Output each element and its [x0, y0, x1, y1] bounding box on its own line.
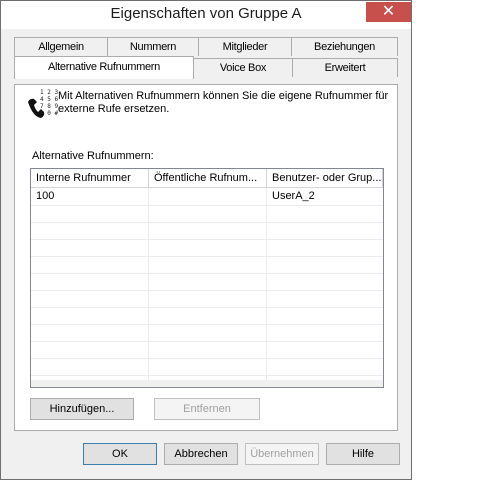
- svg-text:1 2 3: 1 2 3: [40, 89, 58, 96]
- tab-voice-box[interactable]: Voice Box: [193, 58, 293, 77]
- cell-user-or-group: UserA_2: [272, 190, 315, 202]
- row-divider: [31, 375, 383, 376]
- tab-nummern[interactable]: Nummern: [107, 37, 199, 56]
- add-button[interactable]: Hinzufügen...: [30, 398, 134, 420]
- svg-text:* 0 #: * 0 #: [40, 110, 58, 117]
- help-button[interactable]: Hilfe: [326, 443, 400, 465]
- close-icon: ✕: [381, 3, 396, 20]
- ok-button[interactable]: OK: [83, 443, 157, 465]
- tab-mitglieder[interactable]: Mitglieder: [198, 37, 292, 56]
- tab-allgemein[interactable]: Allgemein: [14, 37, 108, 56]
- close-button[interactable]: ✕: [366, 2, 411, 22]
- window-title: Eigenschaften von Gruppe A: [110, 5, 302, 22]
- svg-text:4 5 6: 4 5 6: [40, 96, 58, 103]
- title-bar[interactable]: Eigenschaften von Gruppe A ✕: [1, 1, 411, 29]
- row-divider: [31, 358, 383, 359]
- column-header-internal-number[interactable]: Interne Rufnummer: [31, 169, 149, 188]
- table-row[interactable]: 100 UserA_2: [31, 188, 383, 205]
- cell-internal-number: 100: [36, 190, 55, 202]
- svg-text:7 8 9: 7 8 9: [40, 103, 58, 110]
- apply-button[interactable]: Übernehmen: [245, 443, 319, 465]
- row-divider: [31, 307, 383, 308]
- row-divider: [31, 222, 383, 223]
- alternative-numbers-list[interactable]: Interne Rufnummer Öffentliche Rufnum... …: [30, 168, 384, 388]
- row-divider: [31, 324, 383, 325]
- row-divider: [31, 239, 383, 240]
- column-header-user-or-group[interactable]: Benutzer- oder Grup...: [267, 169, 383, 188]
- cancel-button[interactable]: Abbrechen: [164, 443, 238, 465]
- row-divider: [31, 290, 383, 291]
- tab-beziehungen[interactable]: Beziehungen: [291, 37, 398, 56]
- remove-button[interactable]: Entfernen: [154, 398, 260, 420]
- tab-erweitert[interactable]: Erweitert: [292, 58, 398, 77]
- row-divider: [31, 256, 383, 257]
- row-divider: [31, 273, 383, 274]
- row-divider: [31, 205, 383, 206]
- column-header-public-number[interactable]: Öffentliche Rufnum...: [149, 169, 267, 188]
- horizontal-scrollbar[interactable]: [31, 380, 383, 387]
- row-divider: [31, 341, 383, 342]
- list-label: Alternative Rufnummern:: [32, 150, 154, 162]
- tab-alternative-rufnummern[interactable]: Alternative Rufnummern: [14, 56, 194, 79]
- info-text: Mit Alternativen Rufnummern können Sie d…: [58, 90, 389, 115]
